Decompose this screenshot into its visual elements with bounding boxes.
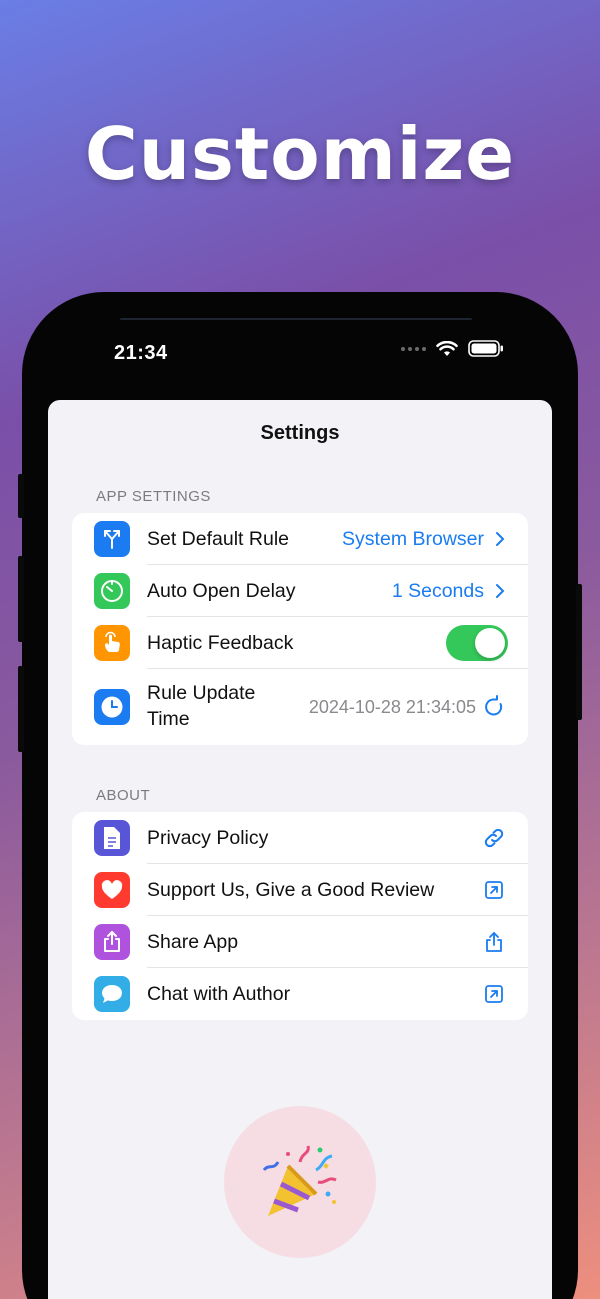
clock-icon — [94, 689, 130, 725]
chat-bubble-icon — [94, 976, 130, 1012]
haptic-feedback-row: Haptic Feedback — [72, 617, 528, 669]
heart-icon — [94, 872, 130, 908]
wifi-icon — [436, 340, 458, 356]
battery-icon — [468, 340, 503, 357]
rule-update-time-label-line1: Rule Update — [147, 682, 256, 704]
support-us-label: Support Us, Give a Good Review — [147, 879, 435, 901]
auto-open-delay-label: Auto Open Delay — [147, 580, 296, 602]
volume-down-button — [18, 666, 24, 752]
branch-arrows-icon — [94, 521, 130, 557]
rule-update-time-value: 2024-10-28 21:34:05 — [308, 696, 476, 717]
share-icon — [94, 924, 130, 960]
phone-frame: 21:34 Settings APP SETTINGS Set Default — [18, 292, 582, 1299]
status-time: 21:34 — [114, 342, 168, 364]
dynamic-island-edge — [120, 318, 472, 320]
rule-update-time-row[interactable]: Rule Update Time 2024-10-28 21:34:05 — [72, 669, 528, 745]
link-icon — [484, 828, 504, 848]
hero-title: Customize — [84, 112, 516, 196]
share-app-label: Share App — [147, 931, 239, 953]
rule-update-time-label-line2: Time — [147, 708, 190, 730]
app-settings-group: Set Default Rule System Browser Auto Ope… — [72, 513, 528, 745]
party-popper-badge — [224, 1106, 376, 1258]
haptic-feedback-toggle[interactable] — [446, 625, 508, 661]
privacy-policy-row[interactable]: Privacy Policy — [72, 812, 528, 864]
set-default-rule-row[interactable]: Set Default Rule System Browser — [72, 513, 528, 565]
power-button — [576, 584, 582, 720]
external-link-icon — [485, 881, 503, 899]
refresh-icon[interactable] — [482, 695, 506, 719]
cellular-signal-icon — [401, 346, 426, 351]
toggle-knob — [475, 628, 505, 658]
external-link-icon — [485, 985, 503, 1003]
page-title: Settings — [260, 422, 340, 444]
set-default-rule-value: System Browser — [342, 527, 484, 550]
set-default-rule-label: Set Default Rule — [147, 528, 289, 550]
chevron-right-icon — [496, 532, 505, 546]
auto-open-delay-value: 1 Seconds — [391, 579, 484, 602]
share-app-row[interactable]: Share App — [72, 916, 528, 968]
timer-icon — [94, 573, 130, 609]
status-icons — [401, 340, 504, 357]
rule-update-time-label: Rule Update Time — [147, 680, 255, 732]
chat-with-author-label: Chat with Author — [147, 983, 291, 1005]
share-icon — [486, 932, 502, 952]
auto-open-delay-row[interactable]: Auto Open Delay 1 Seconds — [72, 565, 528, 617]
about-group: Privacy Policy Support Us, Give a Good R… — [72, 812, 528, 1020]
document-icon — [94, 820, 130, 856]
volume-up-button — [18, 556, 24, 642]
section-header-about: ABOUT — [96, 787, 151, 804]
chevron-right-icon — [496, 584, 505, 598]
mute-switch — [18, 474, 24, 518]
haptic-feedback-label: Haptic Feedback — [147, 632, 294, 654]
chat-with-author-row[interactable]: Chat with Author — [72, 968, 528, 1020]
section-header-app-settings: APP SETTINGS — [96, 488, 211, 505]
hand-tap-icon — [94, 625, 130, 661]
party-popper-icon — [262, 1145, 337, 1216]
settings-screen: Settings APP SETTINGS Set Default Rule S… — [48, 400, 552, 1299]
support-us-row[interactable]: Support Us, Give a Good Review — [72, 864, 528, 916]
privacy-policy-label: Privacy Policy — [147, 827, 269, 849]
